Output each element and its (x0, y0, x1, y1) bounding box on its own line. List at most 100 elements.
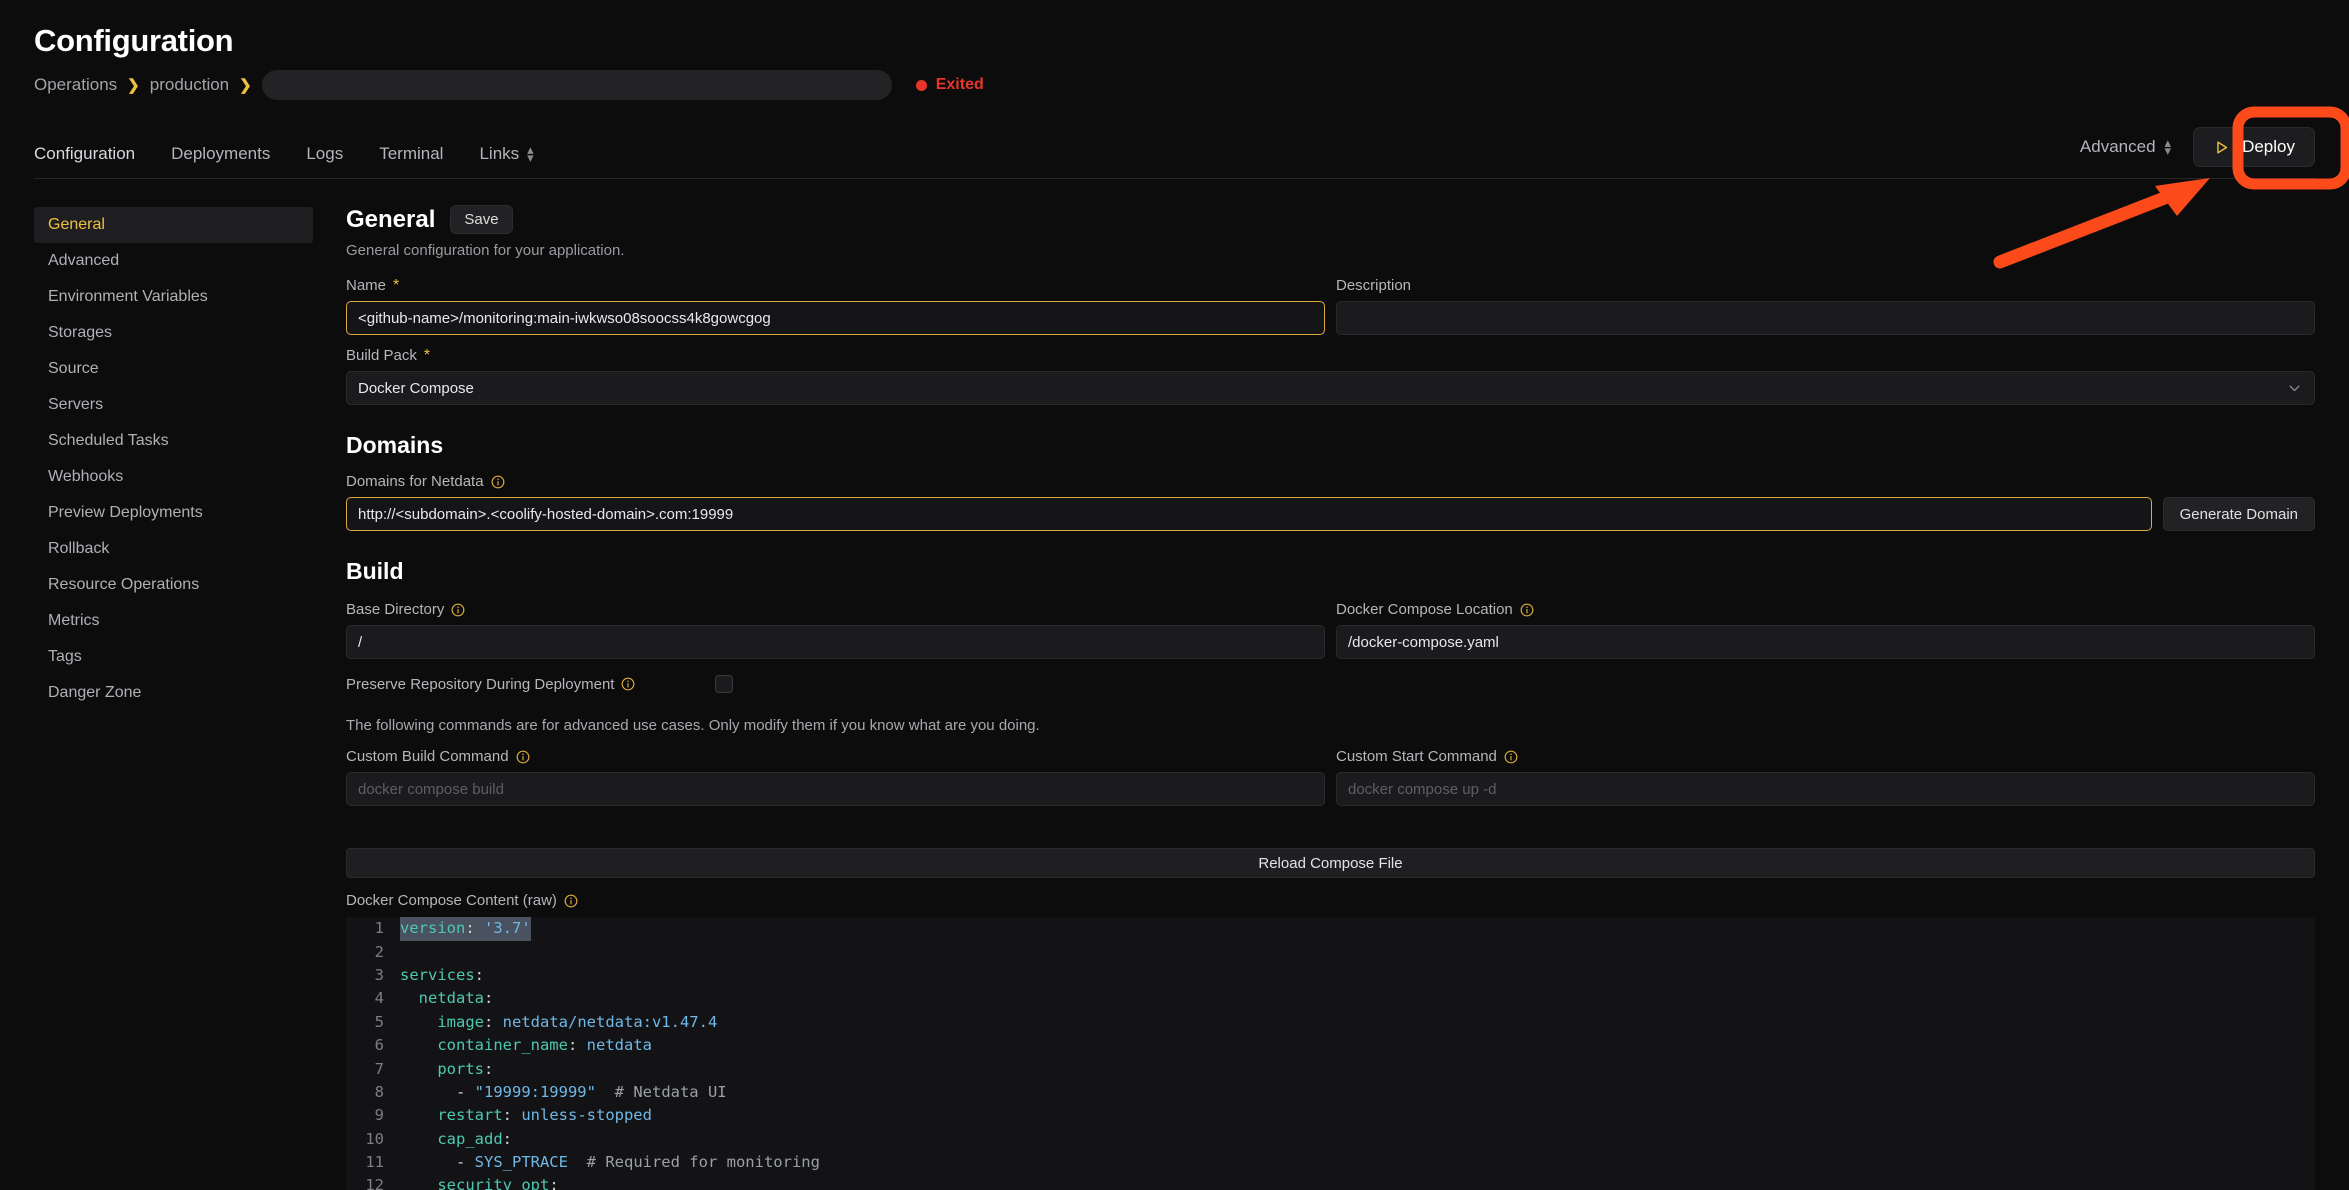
breadcrumb-item-operations[interactable]: Operations (34, 75, 117, 95)
sidebar-item-general[interactable]: General (34, 207, 313, 244)
sidebar-item-storages[interactable]: Storages (34, 315, 313, 351)
tab-terminal[interactable]: Terminal (379, 144, 443, 164)
general-subtitle: General configuration for your applicati… (346, 242, 625, 260)
compose-content-label: Docker Compose Content (raw) (346, 892, 2315, 909)
preserve-repository-label: Preserve Repository During Deployment (346, 676, 635, 693)
tab-bar: Configuration Deployments Logs Terminal … (34, 127, 2315, 180)
code-line[interactable]: 11 - SYS_PTRACE # Required for monitorin… (346, 1151, 2315, 1174)
page-body: General Advanced Environment Variables S… (0, 179, 2349, 1190)
sidebar-item-environment-variables[interactable]: Environment Variables (34, 279, 313, 315)
line-number: 7 (374, 1059, 384, 1078)
code-line[interactable]: 12 security_opt: (346, 1174, 2315, 1190)
code-text: security_opt: (437, 1176, 559, 1190)
info-icon[interactable] (1520, 603, 1534, 617)
code-line[interactable]: 7 ports: (346, 1058, 2315, 1081)
sidebar-item-resource-operations[interactable]: Resource Operations (34, 567, 313, 603)
compose-location-field-group: Docker Compose Location (1336, 601, 2315, 660)
info-icon[interactable] (516, 750, 530, 764)
domains-title: Domains (346, 432, 444, 459)
chevron-up-down-icon: ▴ ▾ (2164, 135, 2172, 159)
name-input[interactable] (346, 301, 1325, 336)
settings-sidebar: General Advanced Environment Variables S… (34, 205, 313, 1190)
line-number: 12 (365, 1176, 384, 1190)
custom-start-label-text: Custom Start Command (1336, 748, 1497, 766)
build-pack-select[interactable] (346, 371, 2315, 406)
preserve-repository-label-text: Preserve Repository During Deployment (346, 675, 615, 693)
reload-compose-file-button[interactable]: Reload Compose File (346, 848, 2315, 879)
code-line[interactable]: 5 image: netdata/netdata:v1.47.4 (346, 1011, 2315, 1034)
sidebar-item-tags[interactable]: Tags (34, 639, 313, 675)
custom-build-input[interactable] (346, 772, 1325, 807)
breadcrumb-resource-pill[interactable] (261, 70, 892, 101)
page-header: Configuration Operations ❯ production ❯ … (0, 0, 2349, 101)
general-section-header: General Save (346, 205, 2315, 235)
line-number: 3 (374, 965, 384, 984)
info-icon[interactable] (1504, 750, 1518, 764)
base-directory-input[interactable] (346, 625, 1325, 660)
line-number: 11 (365, 1153, 384, 1172)
settings-content: General Save General configuration for y… (313, 205, 2315, 1190)
deploy-button[interactable]: Deploy (2193, 127, 2315, 168)
tab-configuration[interactable]: Configuration (34, 144, 135, 164)
base-directory-label: Base Directory (346, 601, 1325, 618)
sidebar-item-danger-zone[interactable]: Danger Zone (34, 675, 313, 711)
preserve-repository-checkbox[interactable] (715, 675, 734, 694)
code-line[interactable]: 6 container_name: netdata (346, 1034, 2315, 1057)
build-pack-label-text: Build Pack (346, 347, 417, 365)
custom-start-input[interactable] (1336, 772, 2315, 807)
code-line[interactable]: 1 version: '3.7' (346, 917, 2315, 941)
status-dot-icon (915, 79, 927, 91)
custom-build-label-text: Custom Build Command (346, 748, 509, 766)
advanced-dropdown[interactable]: Advanced ▴ ▾ (2080, 135, 2172, 159)
code-line[interactable]: 4 netdata: (346, 987, 2315, 1010)
generate-domain-button[interactable]: Generate Domain (2162, 497, 2315, 532)
build-pack-field-group: Build Pack * (346, 347, 2315, 406)
code-text: netdata: (418, 989, 494, 1008)
compose-code-editor[interactable]: 1 version: '3.7' 2 3 services: 4 netdata: 5 i… (346, 917, 2315, 1190)
required-asterisk-icon: * (393, 276, 400, 294)
chevron-up-down-icon: ▴ ▾ (527, 142, 534, 166)
code-text: restart: unless-stopped (437, 1106, 652, 1125)
code-text: services: (400, 965, 484, 984)
sidebar-item-advanced[interactable]: Advanced (34, 243, 313, 279)
tab-links-label: Links (479, 144, 520, 164)
info-icon[interactable] (564, 894, 578, 908)
compose-location-input[interactable] (1336, 625, 2315, 660)
description-label: Description (1336, 277, 2315, 294)
build-paths-row: Base Directory Docker Compose Location (346, 601, 2315, 660)
custom-start-field-group: Custom Start Command (1336, 748, 2315, 807)
description-input[interactable] (1336, 301, 2315, 336)
sidebar-item-servers[interactable]: Servers (34, 387, 313, 423)
code-text: version: '3.7' (400, 917, 531, 941)
save-button[interactable]: Save (450, 205, 513, 235)
info-icon[interactable] (451, 603, 465, 617)
sidebar-item-webhooks[interactable]: Webhooks (34, 459, 313, 495)
sidebar-item-preview-deployments[interactable]: Preview Deployments (34, 495, 313, 531)
compose-location-label: Docker Compose Location (1336, 601, 2315, 618)
preserve-repository-row: Preserve Repository During Deployment (346, 675, 2315, 694)
line-number: 8 (374, 1082, 384, 1101)
line-number: 4 (374, 989, 384, 1008)
tab-deployments[interactable]: Deployments (171, 144, 270, 164)
code-line[interactable]: 10 cap_add: (346, 1128, 2315, 1151)
info-icon[interactable] (621, 677, 635, 691)
reload-compose-row: Reload Compose File (346, 848, 2315, 879)
sidebar-item-source[interactable]: Source (34, 351, 313, 387)
code-line[interactable]: 2 (346, 941, 2315, 964)
tab-links[interactable]: Links ▴ ▾ (479, 142, 534, 166)
sidebar-item-scheduled-tasks[interactable]: Scheduled Tasks (34, 423, 313, 459)
info-icon[interactable] (491, 475, 505, 489)
deploy-label: Deploy (2242, 137, 2295, 157)
tab-logs[interactable]: Logs (306, 144, 343, 164)
code-line[interactable]: 8 - "19999:19999" # Netdata UI (346, 1081, 2315, 1104)
sidebar-item-metrics[interactable]: Metrics (34, 603, 313, 639)
custom-build-field-group: Custom Build Command (346, 748, 1325, 807)
line-number: 1 (374, 919, 384, 938)
breadcrumb-item-production[interactable]: production (150, 75, 229, 95)
play-icon (2217, 141, 2228, 154)
domains-input[interactable] (346, 497, 2152, 532)
code-line[interactable]: 9 restart: unless-stopped (346, 1104, 2315, 1127)
breadcrumb: Operations ❯ production ❯ Exited (34, 70, 2315, 101)
sidebar-item-rollback[interactable]: Rollback (34, 531, 313, 567)
code-line[interactable]: 3 services: (346, 964, 2315, 987)
